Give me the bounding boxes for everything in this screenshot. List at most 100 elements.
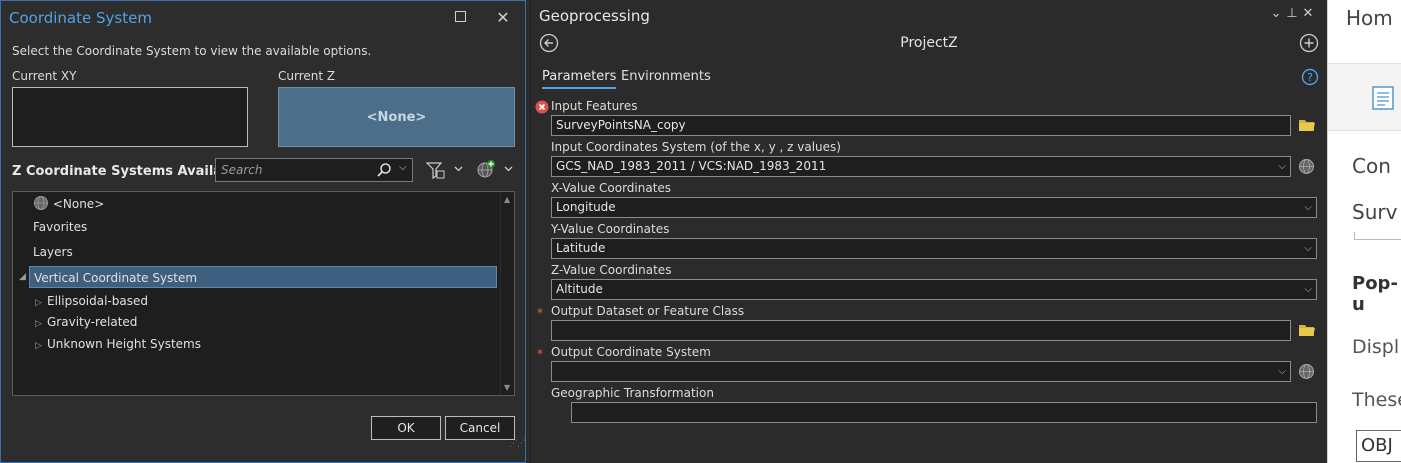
- current-xy-box[interactable]: [12, 87, 248, 147]
- tree-item-label: <None>: [52, 197, 105, 211]
- chevron-down-icon: ⌵: [1304, 202, 1312, 213]
- param-label-output-dataset: Output Dataset or Feature Class: [551, 304, 745, 318]
- input-coordinate-system-value: GCS_NAD_1983_2011 / VCS:NAD_1983_2011: [556, 159, 827, 173]
- param-label-x-value: X-Value Coordinates: [551, 181, 672, 195]
- param-label-output-coordinate-system: Output Coordinate System: [551, 345, 711, 359]
- ok-button[interactable]: OK: [371, 416, 441, 440]
- coordinate-system-dialog: Coordinate System ✕ Select the Coordinat…: [0, 0, 526, 463]
- z-systems-heading: Z Coordinate Systems Available: [12, 164, 245, 179]
- tree-scrollbar[interactable]: ▲ ▼: [500, 192, 514, 395]
- panel-text-disp: Displ: [1352, 336, 1400, 358]
- pane-controls: ⌄ ⊥ ✕: [1268, 6, 1316, 21]
- param-label-geographic-transformation: Geographic Transformation: [551, 386, 714, 400]
- tree-item-label: Layers: [33, 245, 73, 259]
- search-options-dropdown[interactable]: ⌵: [399, 162, 407, 173]
- close-icon[interactable]: ✕: [1300, 6, 1316, 21]
- dialog-instruction: Select the Coordinate System to view the…: [12, 44, 372, 58]
- globe-add-icon: [475, 160, 515, 185]
- chevron-down-icon: ⌵: [1304, 284, 1312, 295]
- tree-item-label: Gravity-related: [47, 315, 138, 329]
- chevron-down-icon: ⌵: [1278, 366, 1286, 377]
- panel-text-these: These: [1352, 389, 1401, 411]
- x-value: Longitude: [556, 200, 616, 214]
- globe-icon[interactable]: [1298, 363, 1315, 383]
- coordinate-system-tree[interactable]: <None> Favorites Layers ◢ Vertical Coord…: [12, 191, 515, 396]
- document-list-icon[interactable]: [1372, 86, 1394, 113]
- tree-item-vertical-coordinate-system[interactable]: Vertical Coordinate System: [29, 266, 497, 288]
- tree-item-label: Ellipsoidal-based: [47, 294, 148, 308]
- folder-icon[interactable]: [1298, 322, 1316, 341]
- dialog-title: Coordinate System: [9, 9, 152, 27]
- tree-item-unknown-height-systems[interactable]: ▷ Unknown Height Systems: [35, 333, 201, 355]
- z-value: Altitude: [556, 282, 603, 296]
- maximize-button[interactable]: [450, 8, 470, 28]
- close-icon: ✕: [496, 8, 510, 27]
- current-z-label: Current Z: [278, 69, 336, 83]
- collapsed-triangle-icon[interactable]: ▷: [35, 313, 47, 335]
- x-value-dropdown[interactable]: Longitude ⌵: [551, 197, 1317, 218]
- chevron-down-icon: ⌵: [1304, 243, 1312, 254]
- tree-item-label: Vertical Coordinate System: [34, 271, 198, 285]
- search-icon[interactable]: [376, 162, 392, 181]
- tab-environments[interactable]: Environments: [621, 69, 711, 84]
- panel-text-cont: Con: [1352, 154, 1391, 178]
- filter-icon: [425, 162, 465, 185]
- geographic-transformation-field[interactable]: [571, 402, 1317, 423]
- tree-item-label: Favorites: [33, 220, 88, 234]
- search-input[interactable]: [216, 159, 366, 181]
- tree-item-favorites[interactable]: Favorites: [33, 216, 87, 238]
- filter-button[interactable]: [425, 158, 465, 182]
- scroll-down-icon[interactable]: ▼: [504, 383, 510, 392]
- collapsed-triangle-icon[interactable]: ▷: [35, 335, 47, 357]
- dialog-titlebar[interactable]: Coordinate System ✕: [1, 1, 525, 35]
- panel-text-surv: Surv: [1352, 200, 1398, 224]
- panel-heading-popup: Pop-u: [1352, 273, 1398, 315]
- param-label-z-value: Z-Value Coordinates: [551, 263, 672, 277]
- close-button[interactable]: ✕: [493, 8, 513, 28]
- folder-icon[interactable]: [1298, 117, 1316, 136]
- add-button[interactable]: [1299, 33, 1319, 56]
- tree-item-none[interactable]: <None>: [33, 193, 104, 215]
- tree-item-gravity-related[interactable]: ▷ Gravity-related: [35, 311, 137, 333]
- pane-options-icon[interactable]: ⌄: [1268, 6, 1284, 21]
- globe-icon[interactable]: [1298, 158, 1315, 178]
- panel-divider: [1354, 232, 1401, 240]
- search-box: ⌵: [215, 158, 413, 182]
- current-z-box[interactable]: <None>: [278, 87, 515, 147]
- param-label-input-coordinate-system: Input Coordinates System (of the x, y , …: [551, 140, 841, 154]
- cancel-button[interactable]: Cancel: [445, 416, 515, 440]
- param-label-input-features: Input Features: [551, 99, 638, 113]
- input-coordinate-system-dropdown[interactable]: GCS_NAD_1983_2011 / VCS:NAD_1983_2011 ⌵: [551, 156, 1291, 177]
- pin-icon[interactable]: ⊥: [1284, 6, 1300, 21]
- tab-parameters[interactable]: Parameters: [542, 69, 617, 89]
- tool-name: ProjectZ: [900, 35, 958, 51]
- z-value-dropdown[interactable]: Altitude ⌵: [551, 279, 1317, 300]
- chevron-down-icon: ⌵: [1278, 161, 1286, 172]
- required-marker: *: [537, 306, 543, 320]
- panel-field-obj[interactable]: OBJ: [1356, 430, 1401, 462]
- tree-item-ellipsoidal-based[interactable]: ▷ Ellipsoidal-based: [35, 290, 148, 312]
- help-icon[interactable]: ?: [1301, 68, 1319, 89]
- chevron-down-icon: ⌵: [399, 162, 407, 173]
- input-features-value: SurveyPointsNA_copy: [556, 118, 686, 132]
- tree-item-layers[interactable]: Layers: [33, 241, 73, 263]
- add-coordinate-system-button[interactable]: [475, 158, 515, 182]
- param-label-y-value: Y-Value Coordinates: [551, 222, 670, 236]
- output-coordinate-system-dropdown[interactable]: ⌵: [551, 361, 1291, 382]
- pane-title: Geoprocessing: [539, 7, 650, 25]
- home-tab[interactable]: Hom: [1346, 6, 1393, 30]
- panel-toolbar: [1328, 63, 1401, 131]
- output-dataset-field[interactable]: [551, 320, 1291, 341]
- maximize-icon: [454, 11, 466, 22]
- svg-text:?: ?: [1307, 71, 1313, 84]
- resize-grip-icon[interactable]: ⋰⋰: [509, 439, 526, 449]
- globe-icon: [33, 196, 49, 211]
- current-xy-label: Current XY: [12, 69, 77, 83]
- input-features-field[interactable]: SurveyPointsNA_copy: [551, 115, 1291, 136]
- y-value-dropdown[interactable]: Latitude ⌵: [551, 238, 1317, 259]
- geoprocessing-pane: Geoprocessing ⌄ ⊥ ✕ ProjectZ Parameters En…: [530, 0, 1326, 463]
- tree-item-label: Unknown Height Systems: [47, 337, 202, 351]
- scroll-up-icon[interactable]: ▲: [504, 195, 510, 204]
- required-marker: *: [537, 347, 543, 361]
- add-circle-icon: [1299, 33, 1319, 56]
